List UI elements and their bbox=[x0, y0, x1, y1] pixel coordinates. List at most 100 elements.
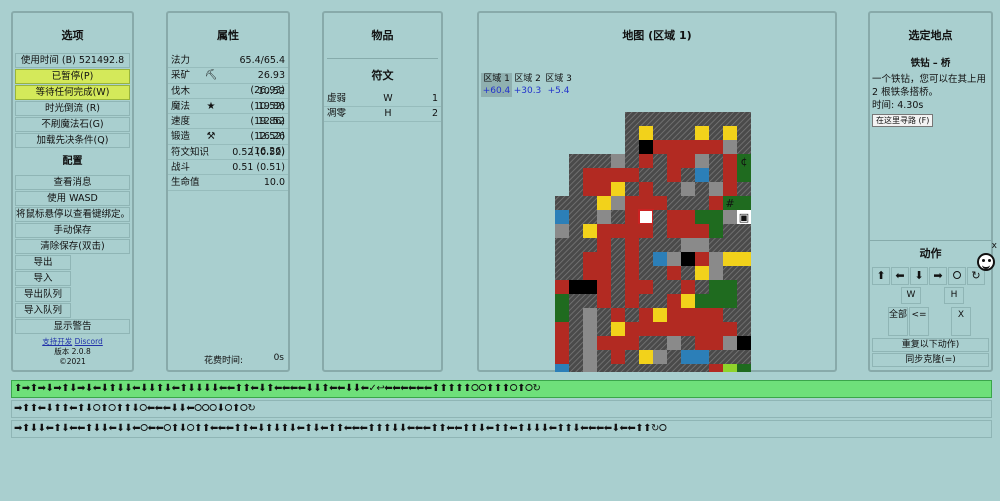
map-cell[interactable] bbox=[723, 308, 737, 322]
map-cell[interactable] bbox=[695, 140, 709, 154]
map-cell[interactable] bbox=[653, 266, 667, 280]
map-cell[interactable] bbox=[667, 140, 681, 154]
map-cell[interactable] bbox=[723, 350, 737, 364]
map-cell[interactable] bbox=[695, 168, 709, 182]
map-cell[interactable] bbox=[625, 196, 639, 210]
map-cell[interactable] bbox=[611, 350, 625, 364]
map-cell[interactable] bbox=[653, 252, 667, 266]
map-cell[interactable] bbox=[709, 126, 723, 140]
map-cell[interactable] bbox=[639, 154, 653, 168]
map-cell[interactable] bbox=[555, 280, 569, 294]
map-cell[interactable] bbox=[667, 280, 681, 294]
map-cell[interactable] bbox=[653, 322, 667, 336]
map-cell[interactable] bbox=[695, 266, 709, 280]
map-grid[interactable]: ¢#▣◎ bbox=[541, 112, 751, 372]
map-cell[interactable] bbox=[709, 224, 723, 238]
map-cell[interactable] bbox=[569, 336, 583, 350]
map-cell[interactable] bbox=[653, 126, 667, 140]
rune-key-button[interactable]: H bbox=[944, 287, 964, 304]
map-cell[interactable] bbox=[667, 182, 681, 196]
map-cell[interactable] bbox=[625, 154, 639, 168]
map-cell[interactable] bbox=[653, 294, 667, 308]
map-cell[interactable] bbox=[681, 308, 695, 322]
use-wasd-button[interactable]: 使用 WASD bbox=[15, 191, 130, 206]
map-cell[interactable] bbox=[709, 294, 723, 308]
rewind-button[interactable]: 时光倒流 (R) bbox=[15, 101, 130, 116]
map-cell[interactable] bbox=[681, 322, 695, 336]
map-cell[interactable] bbox=[611, 322, 625, 336]
map-cell[interactable] bbox=[583, 238, 597, 252]
map-cell[interactable] bbox=[625, 112, 639, 126]
map-cell[interactable] bbox=[695, 336, 709, 350]
map-cell[interactable] bbox=[737, 266, 751, 280]
map-cell[interactable] bbox=[611, 224, 625, 238]
map-cell[interactable] bbox=[555, 210, 569, 224]
clone-face-icon[interactable] bbox=[977, 253, 995, 271]
map-cell[interactable] bbox=[737, 280, 751, 294]
map-cell[interactable] bbox=[625, 140, 639, 154]
map-cell[interactable] bbox=[597, 196, 611, 210]
map-cell[interactable] bbox=[709, 252, 723, 266]
map-cell[interactable] bbox=[695, 294, 709, 308]
map-cell[interactable] bbox=[667, 154, 681, 168]
map-cell[interactable] bbox=[583, 210, 597, 224]
map-cell[interactable] bbox=[709, 308, 723, 322]
map-cell[interactable] bbox=[709, 168, 723, 182]
map-cell[interactable] bbox=[681, 336, 695, 350]
map-cell[interactable] bbox=[611, 182, 625, 196]
map-cell[interactable] bbox=[709, 238, 723, 252]
map-cell[interactable] bbox=[695, 126, 709, 140]
map-cell[interactable] bbox=[681, 364, 695, 372]
map-cell[interactable] bbox=[555, 322, 569, 336]
map-cell[interactable] bbox=[681, 224, 695, 238]
export-button[interactable]: 导出 bbox=[15, 255, 71, 270]
map-cell[interactable] bbox=[569, 322, 583, 336]
map-cell[interactable] bbox=[597, 294, 611, 308]
map-cell[interactable] bbox=[597, 280, 611, 294]
use-time-button[interactable]: 使用时间 (B) 521492.8 bbox=[15, 53, 130, 68]
map-cell[interactable] bbox=[709, 350, 723, 364]
map-cell[interactable] bbox=[667, 308, 681, 322]
map-cell[interactable] bbox=[723, 266, 737, 280]
map-cell[interactable] bbox=[681, 266, 695, 280]
map-cell[interactable] bbox=[569, 154, 583, 168]
map-cell[interactable] bbox=[639, 224, 653, 238]
map-cell[interactable] bbox=[625, 308, 639, 322]
map-cell[interactable] bbox=[555, 266, 569, 280]
map-cell[interactable] bbox=[681, 280, 695, 294]
action-arrow-button[interactable]: ⬅ bbox=[891, 267, 909, 285]
sync-clones-button[interactable]: 同步克隆(=) bbox=[872, 353, 989, 367]
map-cell[interactable] bbox=[653, 308, 667, 322]
map-cell[interactable] bbox=[625, 364, 639, 372]
map-cell[interactable] bbox=[709, 280, 723, 294]
map-cell[interactable] bbox=[569, 308, 583, 322]
map-cell[interactable] bbox=[709, 182, 723, 196]
map-cell[interactable] bbox=[695, 224, 709, 238]
repeat-button[interactable]: 重复以下动作) bbox=[872, 338, 989, 352]
wait-any-button[interactable]: 等待任何完成(W) bbox=[15, 85, 130, 100]
map-cell[interactable] bbox=[611, 280, 625, 294]
map-cell[interactable] bbox=[569, 196, 583, 210]
map-cell[interactable] bbox=[555, 308, 569, 322]
map-cell[interactable] bbox=[611, 252, 625, 266]
map-cell[interactable] bbox=[555, 196, 569, 210]
zone-tab[interactable]: 区域 2 +30.3 bbox=[512, 73, 543, 97]
map-cell[interactable] bbox=[611, 336, 625, 350]
map-cell[interactable] bbox=[625, 182, 639, 196]
map-cell[interactable] bbox=[611, 308, 625, 322]
map-cell[interactable] bbox=[737, 126, 751, 140]
map-cell[interactable] bbox=[639, 336, 653, 350]
map-cell[interactable] bbox=[723, 322, 737, 336]
map-cell[interactable] bbox=[583, 196, 597, 210]
map-cell[interactable] bbox=[611, 364, 625, 372]
map-cell[interactable] bbox=[569, 294, 583, 308]
map-cell[interactable] bbox=[667, 252, 681, 266]
map-cell[interactable] bbox=[681, 168, 695, 182]
map-cell[interactable] bbox=[653, 280, 667, 294]
map-cell[interactable] bbox=[723, 168, 737, 182]
map-cell[interactable] bbox=[639, 196, 653, 210]
map-cell[interactable] bbox=[569, 364, 583, 372]
map-cell[interactable] bbox=[737, 182, 751, 196]
map-cell[interactable] bbox=[555, 224, 569, 238]
map-cell[interactable] bbox=[569, 252, 583, 266]
